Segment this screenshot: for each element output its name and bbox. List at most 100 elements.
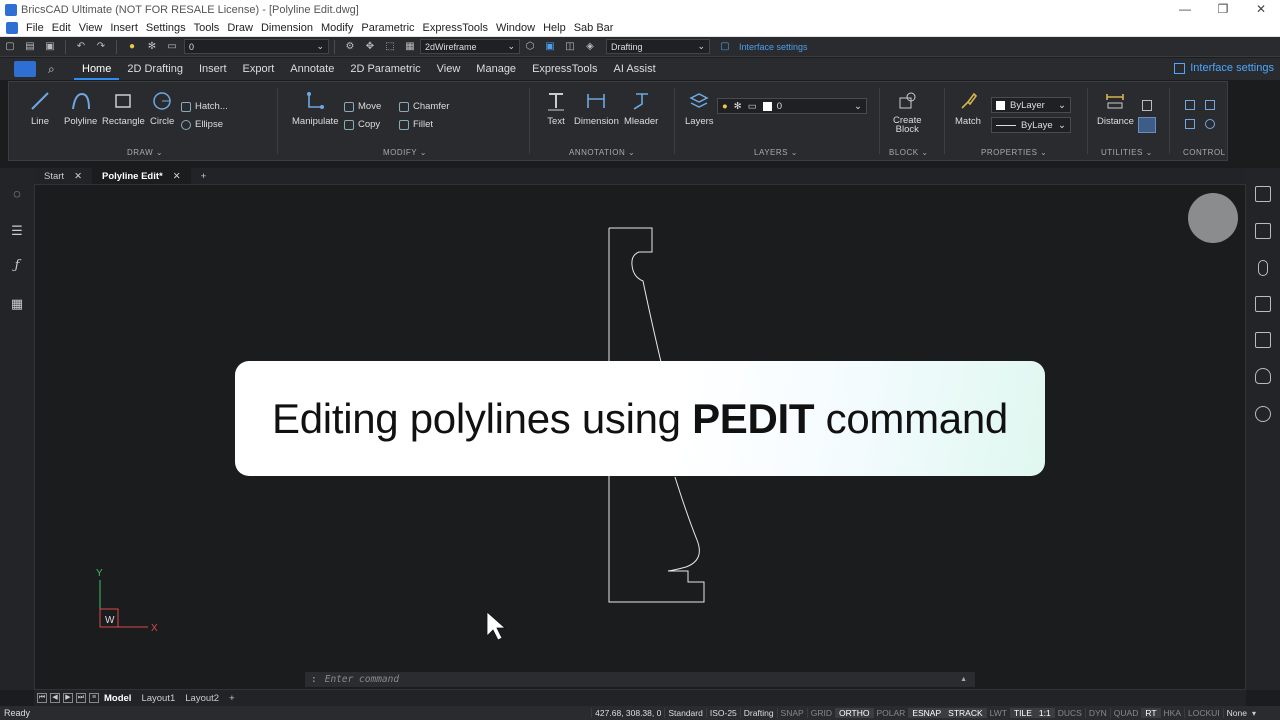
tab-expresstools[interactable]: ExpressTools — [524, 58, 605, 80]
workspace-dropdown[interactable]: Drafting ⌄ — [606, 39, 710, 54]
mleader-button[interactable]: Mleader — [624, 90, 658, 127]
close-icon[interactable]: ✕ — [74, 171, 82, 182]
tab-home[interactable]: Home — [74, 58, 120, 80]
tab-model[interactable]: Model — [99, 693, 136, 704]
linetype-combo[interactable]: ByLaye ⌄ — [991, 117, 1071, 133]
ellipse-button[interactable]: Ellipse — [181, 119, 223, 130]
open-file-icon[interactable]: ▤ — [23, 41, 37, 53]
status-toggle-iso-25[interactable]: ISO-25 — [705, 708, 740, 718]
status-toggle-ortho[interactable]: ORTHO — [834, 708, 873, 718]
next-layout-icon[interactable]: ▶ — [63, 693, 73, 703]
cube-icon[interactable]: ⬡ — [523, 41, 537, 53]
status-toggle-esnap[interactable]: ESNAP — [908, 708, 945, 718]
color-combo[interactable]: ByLayer ⌄ — [991, 97, 1071, 113]
tab-2d-parametric[interactable]: 2D Parametric — [342, 58, 428, 80]
tab-ai-assist[interactable]: AI Assist — [605, 58, 663, 80]
select-icon[interactable]: ✥ — [363, 41, 377, 53]
control-icon-3[interactable] — [1185, 119, 1195, 129]
structure-tree-icon[interactable]: ☰ — [8, 223, 26, 241]
status-toggle-tile[interactable]: TILE — [1009, 708, 1035, 718]
circle-button[interactable]: Circle — [150, 90, 174, 127]
menu-parametric[interactable]: Parametric — [357, 22, 418, 34]
menu-help[interactable]: Help — [539, 22, 570, 34]
block-group-label[interactable]: BLOCK ⌄ — [889, 148, 929, 157]
first-layout-icon[interactable]: ⏮ — [37, 693, 47, 703]
properties-group-label[interactable]: PROPERTIES ⌄ — [981, 148, 1047, 157]
attachments-icon[interactable] — [1258, 260, 1268, 276]
menu-settings[interactable]: Settings — [142, 22, 190, 34]
minimize-button[interactable]: — — [1166, 0, 1204, 19]
status-toggle-lwt[interactable]: LWT — [985, 708, 1010, 718]
close-icon[interactable]: ✕ — [173, 171, 181, 182]
bulb-icon[interactable]: ◌ — [8, 186, 26, 204]
menu-window[interactable]: Window — [492, 22, 539, 34]
hatch-button[interactable]: Hatch... — [181, 101, 228, 112]
manipulate-button[interactable]: Manipulate — [292, 90, 338, 127]
copy-button[interactable]: Copy — [344, 119, 380, 130]
status-toggle-snap[interactable]: SNAP — [776, 708, 807, 718]
tab-2d-drafting[interactable]: 2D Drafting — [119, 58, 191, 80]
tab-layout1[interactable]: Layout1 — [136, 693, 180, 704]
app-menu-icon[interactable] — [6, 21, 18, 34]
status-toggle-ducs[interactable]: DUCS — [1053, 708, 1085, 718]
layers-group-label[interactable]: LAYERS ⌄ — [754, 148, 798, 157]
cloud-upload-icon[interactable] — [1255, 406, 1271, 422]
status-toggle-hka[interactable]: HKA — [1159, 708, 1184, 718]
menu-expresstools[interactable]: ExpressTools — [419, 22, 492, 34]
status-toggle-standard[interactable]: Standard — [664, 708, 706, 718]
move-button[interactable]: Move — [344, 101, 381, 112]
line-button[interactable]: Line — [29, 90, 51, 127]
menu-modify[interactable]: Modify — [317, 22, 357, 34]
menu-view[interactable]: View — [75, 22, 107, 34]
status-toggle-dyn[interactable]: DYN — [1084, 708, 1110, 718]
status-toggle-polar[interactable]: POLAR — [872, 708, 909, 718]
status-toggle-rt[interactable]: RT — [1141, 708, 1160, 718]
new-tab-button[interactable]: + — [191, 168, 217, 184]
match-props-icon[interactable]: ⚙ — [343, 41, 357, 53]
draw-group-label[interactable]: DRAW ⌄ — [127, 148, 163, 157]
control-icon-4[interactable] — [1205, 119, 1215, 129]
render-icon[interactable]: ◈ — [583, 41, 597, 53]
interface-settings-icon[interactable]: ▢ — [718, 41, 732, 53]
layers-panel-icon[interactable] — [1255, 223, 1271, 239]
status-menu-icon[interactable]: ▾ — [1252, 709, 1256, 718]
dimension-button[interactable]: Dimension — [574, 90, 619, 127]
menu-tools[interactable]: Tools — [190, 22, 224, 34]
tab-manage[interactable]: Manage — [468, 58, 524, 80]
application-menu-button[interactable] — [14, 61, 36, 77]
command-history-arrow-icon[interactable]: ▲ — [960, 676, 967, 683]
status-toggle-lockui[interactable]: LOCKUI — [1184, 708, 1223, 718]
calculator-icon[interactable]: ▦ — [8, 296, 26, 314]
add-layout-button[interactable]: + — [224, 693, 240, 704]
menu-draw[interactable]: Draw — [223, 22, 257, 34]
layer-dropdown[interactable]: 0 ⌄ — [184, 39, 329, 54]
view-icon[interactable]: ▣ — [543, 41, 557, 53]
prev-layout-icon[interactable]: ◀ — [50, 693, 60, 703]
blocks-panel-icon[interactable] — [1255, 296, 1271, 312]
viewport-icon[interactable]: ◫ — [563, 41, 577, 53]
fillet-button[interactable]: Fillet — [399, 119, 433, 130]
menu-file[interactable]: File — [22, 22, 48, 34]
last-layout-icon[interactable]: ⏭ — [76, 693, 86, 703]
control-icon-1[interactable] — [1185, 100, 1195, 110]
control-icon-2[interactable] — [1205, 100, 1215, 110]
close-window-button[interactable]: ✕ — [1242, 0, 1280, 19]
undo-icon[interactable]: ↶ — [74, 41, 88, 53]
save-icon[interactable]: ▣ — [43, 41, 57, 53]
rectangle-button[interactable]: Rectangle — [102, 90, 145, 127]
navigation-wheel[interactable] — [1188, 193, 1238, 243]
status-toggle-drafting[interactable]: Drafting — [739, 708, 777, 718]
measure-icon[interactable] — [1138, 117, 1156, 133]
match-button[interactable]: Match — [955, 90, 981, 127]
modify-group-label[interactable]: MODIFY ⌄ — [383, 148, 427, 157]
utilities-group-label[interactable]: UTILITIES ⌄ — [1101, 148, 1153, 157]
tab-layout2[interactable]: Layout2 — [180, 693, 224, 704]
distance-button[interactable]: Distance — [1097, 90, 1134, 127]
tab-export[interactable]: Export — [235, 58, 283, 80]
quick-select-icon[interactable]: ⬚ — [383, 41, 397, 53]
search-icon[interactable]: ⌕ — [48, 62, 62, 77]
polyline-button[interactable]: Polyline — [64, 90, 97, 127]
tab-start[interactable]: Start ✕ — [34, 168, 92, 184]
text-button[interactable]: Text — [545, 90, 567, 127]
menu-dimension[interactable]: Dimension — [257, 22, 317, 34]
